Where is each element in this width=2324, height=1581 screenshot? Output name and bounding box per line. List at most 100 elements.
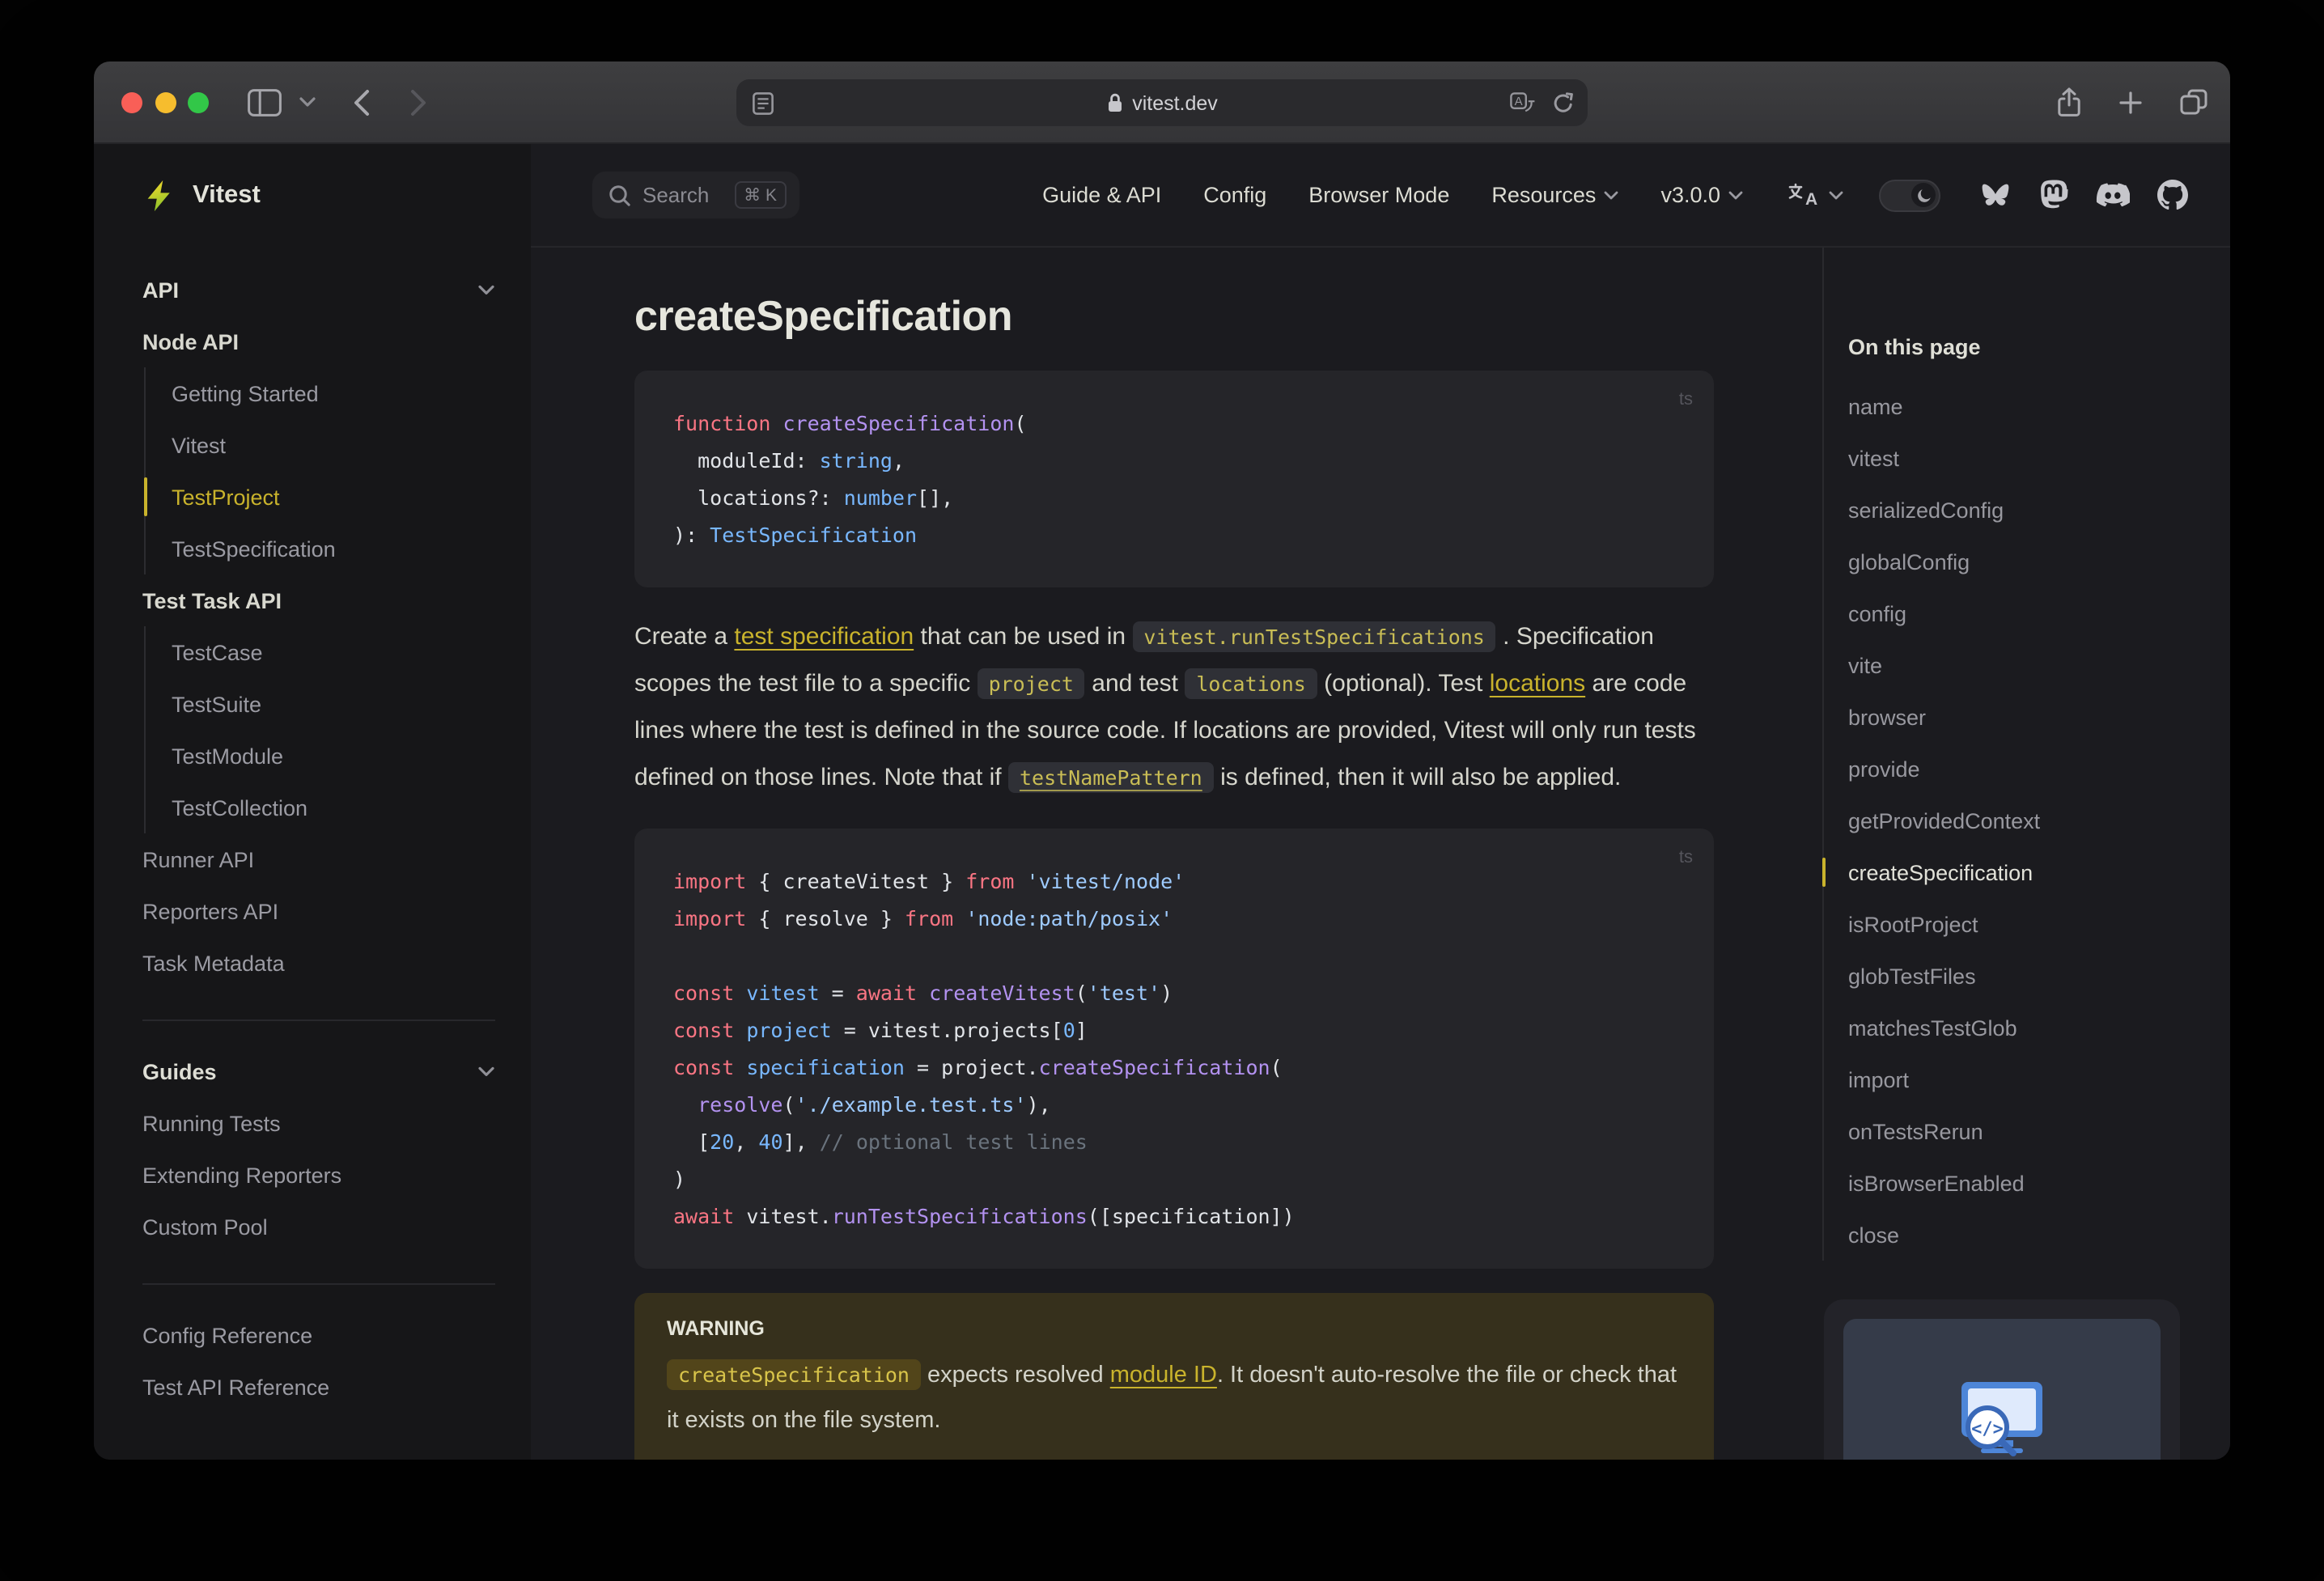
outline-item-vitest[interactable]: vitest <box>1848 432 2195 484</box>
vitest-logo[interactable]: Vitest <box>142 144 495 248</box>
outline-item-browser[interactable]: browser <box>1848 691 2195 743</box>
sidebar-item-vitest[interactable]: Vitest <box>172 419 495 471</box>
outline-item-globalconfig[interactable]: globalConfig <box>1848 536 2195 587</box>
traffic-close-button[interactable] <box>121 92 142 113</box>
browser-window: vitest.dev A Vitest API Node API Getting… <box>94 61 2230 1460</box>
sidebar-item-reporters-api[interactable]: Reporters API <box>142 885 495 937</box>
sidebar-item-testsuite[interactable]: TestSuite <box>172 678 495 730</box>
nav-link-config[interactable]: Config <box>1203 183 1266 207</box>
inline-code-link[interactable]: testNamePattern <box>1007 762 1214 793</box>
chevron-left-icon <box>354 90 369 116</box>
code-block-signature: ts function createSpecification( moduleI… <box>634 371 1714 587</box>
nav-link-resources[interactable]: Resources <box>1491 183 1618 207</box>
language-button[interactable]: A <box>1788 183 1843 207</box>
search-icon <box>609 184 630 206</box>
translate-button[interactable]: A <box>1510 79 1536 126</box>
outline-item-matchestestglob[interactable]: matchesTestGlob <box>1848 1002 2195 1053</box>
chevron-down-icon <box>299 97 316 107</box>
nav-link-version[interactable]: v3.0.0 <box>1660 183 1743 207</box>
outline-title: On this page <box>1848 335 1981 359</box>
sponsor-image: </> <box>1843 1319 2161 1460</box>
code-lang-label: ts <box>1678 390 1693 409</box>
outline-item-close[interactable]: close <box>1848 1209 2195 1261</box>
sidebar-item-testcase[interactable]: TestCase <box>172 626 495 678</box>
sidebar-item-task-metadata[interactable]: Task Metadata <box>142 937 495 989</box>
sidebar-item-running-tests[interactable]: Running Tests <box>142 1097 495 1149</box>
sidebar-item-getting-started[interactable]: Getting Started <box>172 367 495 419</box>
chevron-down-icon <box>478 284 494 294</box>
nav-link-browser-mode[interactable]: Browser Mode <box>1308 183 1449 207</box>
forward-button[interactable] <box>409 89 427 117</box>
sidebar-item-testmodule[interactable]: TestModule <box>172 730 495 782</box>
back-button[interactable] <box>353 89 371 117</box>
sidebar-item-custom-pool[interactable]: Custom Pool <box>142 1201 495 1253</box>
outline-item-name[interactable]: name <box>1848 380 2195 432</box>
sidebar-item-test-api-reference[interactable]: Test API Reference <box>142 1361 495 1413</box>
content-column: Search ⌘ K Guide & API Config Browser Mo… <box>531 144 2230 1460</box>
sidebar-item-testproject[interactable]: TestProject <box>144 471 495 523</box>
new-tab-button[interactable] <box>2118 91 2143 115</box>
mastodon-link[interactable] <box>2039 180 2068 210</box>
sidebar-item-node-api[interactable]: Node API <box>142 316 495 367</box>
inline-code: createSpecification <box>667 1359 921 1390</box>
github-link[interactable] <box>2157 180 2188 210</box>
bluesky-link[interactable] <box>1979 180 2012 210</box>
sidebar-item-config-reference[interactable]: Config Reference <box>142 1309 495 1361</box>
top-nav: Search ⌘ K Guide & API Config Browser Mo… <box>531 144 2230 248</box>
sidebar-item-test-task-api[interactable]: Test Task API <box>142 574 495 626</box>
tab-overview-button[interactable] <box>2180 89 2207 115</box>
share-button[interactable] <box>2057 87 2081 118</box>
outline-item-isbrowserenabled[interactable]: isBrowserEnabled <box>1848 1157 2195 1209</box>
tab-group-menu-button[interactable] <box>299 97 316 108</box>
moon-icon <box>1917 189 1930 201</box>
code-line: import { resolve } from 'node:path/posix… <box>673 906 1173 930</box>
traffic-zoom-button[interactable] <box>188 92 209 113</box>
sponsor-card[interactable]: </> <box>1824 1299 2180 1460</box>
code-line: const project = vitest.projects[0] <box>673 1018 1088 1042</box>
sidebar-group-header-api[interactable]: API <box>142 264 495 316</box>
sidebar-item-testcollection[interactable]: TestCollection <box>172 782 495 833</box>
docs-sidebar: Vitest API Node API Getting Started Vitest T… <box>94 144 531 1460</box>
search-label: Search <box>642 183 710 207</box>
sidebar-item-testspecification[interactable]: TestSpecification <box>172 523 495 574</box>
outline-inner: On this page name vitest serializedConfig g… <box>1822 248 2195 1261</box>
sidebar-group-header-guides[interactable]: Guides <box>142 1045 495 1097</box>
outline-item-ontestsrerun[interactable]: onTestsRerun <box>1848 1105 2195 1157</box>
outline-item-isrootproject[interactable]: isRootProject <box>1848 898 2195 950</box>
reload-button[interactable] <box>1552 79 1575 126</box>
outline-item-serializedconfig[interactable]: serializedConfig <box>1848 484 2195 536</box>
sidebar-subgroup: Getting Started Vitest TestProject TestSpec… <box>144 367 495 574</box>
sidebar-item-extending-reporters[interactable]: Extending Reporters <box>142 1149 495 1201</box>
address-bar[interactable]: vitest.dev A <box>736 79 1588 126</box>
search-shortcut: ⌘ K <box>734 181 787 209</box>
traffic-minimize-button[interactable] <box>155 92 176 113</box>
outline-item-globtestfiles[interactable]: globTestFiles <box>1848 950 2195 1002</box>
theme-toggle[interactable] <box>1879 179 1940 211</box>
outline-item-provide[interactable]: provide <box>1848 743 2195 795</box>
warning-text: createSpecification expects resolved mod… <box>667 1353 1682 1443</box>
chevron-down-icon <box>1829 190 1843 199</box>
outline-item-config[interactable]: config <box>1848 587 2195 639</box>
url-text: vitest.dev <box>1132 91 1218 114</box>
nav-link-guide-api[interactable]: Guide & API <box>1042 183 1161 207</box>
sidebar-nav: API Node API Getting Started Vitest TestProj… <box>142 264 495 1413</box>
sidebar-item-runner-api[interactable]: Runner API <box>142 833 495 885</box>
sidebar-toggle-button[interactable] <box>248 89 282 117</box>
text-link[interactable]: test specification <box>734 623 914 651</box>
text-link[interactable]: module ID <box>1110 1363 1217 1388</box>
text-link[interactable]: locations <box>1490 670 1585 697</box>
search-button[interactable]: Search ⌘ K <box>592 172 799 218</box>
outline-item-import[interactable]: import <box>1848 1053 2195 1105</box>
sidebar-divider <box>142 1283 495 1285</box>
outline-item-vite[interactable]: vite <box>1848 639 2195 691</box>
svg-text:A: A <box>1515 94 1523 108</box>
inline-code: project <box>977 668 1085 699</box>
code-line: const specification = project.createSpec… <box>673 1055 1283 1079</box>
outline-panel: On this page name vitest serializedConfig g… <box>1822 248 2195 1261</box>
outline-item-getprovidedcontext[interactable]: getProvidedContext <box>1848 795 2195 846</box>
discord-link[interactable] <box>2096 182 2130 208</box>
code-line: const vitest = await createVitest('test'… <box>673 981 1173 1005</box>
bluesky-icon <box>1982 183 2009 205</box>
outline-item-createspecification[interactable]: createSpecification <box>1822 846 2195 898</box>
